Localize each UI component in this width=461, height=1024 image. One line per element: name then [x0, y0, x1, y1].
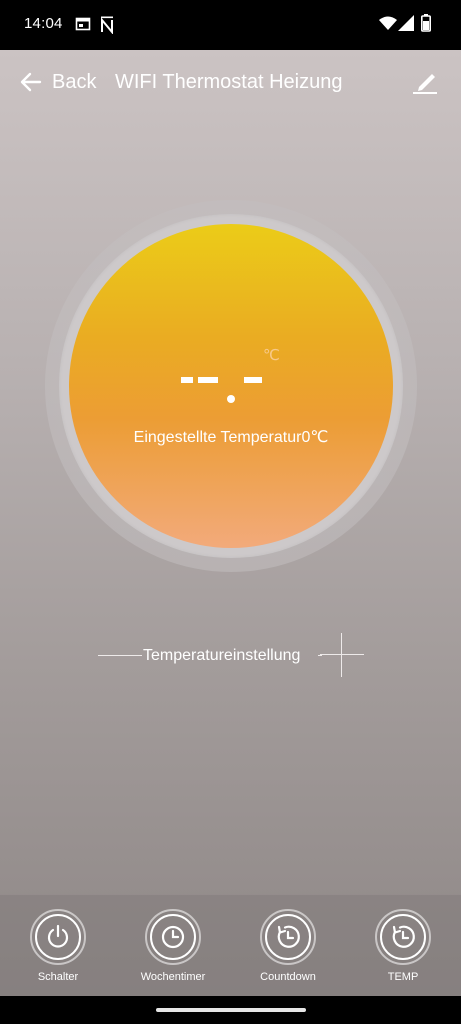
tab-icon-ring [30, 909, 86, 965]
notification-n-icon [101, 16, 113, 34]
temperature-setting-label: Temperatureinstellung [143, 647, 301, 664]
system-nav-bar [0, 996, 461, 1024]
tab-icon-inner [380, 914, 426, 960]
dial-ring: ℃ Eingestellte Temperatur0℃ [59, 214, 403, 558]
bottom-tab-bar: Schalter Wochentimer Countdown TEMP [0, 894, 461, 996]
tab-label: Wochentimer [140, 971, 206, 983]
tab-label: Schalter [37, 971, 79, 983]
tab-label: Countdown [260, 971, 316, 983]
thermostat-screen: Back WIFI Thermostat Heizung ℃ Eingestel… [0, 50, 461, 996]
arrow-left-icon [20, 72, 42, 92]
edit-button[interactable] [410, 68, 442, 96]
countdown-icon [277, 925, 300, 948]
tab-icon-inner [265, 914, 311, 960]
tab-icon-inner [35, 914, 81, 960]
temperature-unit: ℃ [263, 347, 280, 364]
tab-wochentimer[interactable]: Wochentimer [123, 909, 223, 983]
top-bar: Back WIFI Thermostat Heizung [0, 50, 461, 114]
status-bar: 14:04 [0, 0, 461, 50]
power-icon [47, 924, 69, 948]
wifi-icon [379, 16, 397, 30]
home-gesture-handle[interactable] [156, 1008, 306, 1012]
calendar-icon [75, 17, 91, 31]
dial-face: ℃ Eingestellte Temperatur0℃ [69, 224, 393, 548]
back-label: Back [52, 70, 97, 93]
temp-decimal-point [227, 395, 235, 403]
temp-digit-dash [181, 377, 193, 383]
tab-temp[interactable]: TEMP [353, 909, 453, 983]
countdown-icon [392, 925, 415, 948]
edit-pencil-icon [413, 74, 437, 94]
temperature-setting-line-left [98, 655, 142, 656]
tab-label: TEMP [387, 971, 419, 983]
temp-digit-dash [244, 377, 262, 383]
battery-icon [421, 14, 431, 32]
temp-digit-dash [198, 377, 218, 383]
tab-icon-ring [260, 909, 316, 965]
set-temperature-label: Eingestellte Temperatur0℃ [133, 429, 329, 446]
tab-icon-inner [150, 914, 196, 960]
clock-icon [161, 925, 185, 949]
page-title: WIFI Thermostat Heizung [115, 71, 343, 93]
tab-icon-ring [375, 909, 431, 965]
signal-icon [398, 15, 414, 31]
temperature-dial: ℃ Eingestellte Temperatur0℃ [45, 200, 417, 572]
tab-icon-ring [145, 909, 201, 965]
back-button[interactable]: Back [20, 68, 96, 96]
status-time: 14:04 [24, 15, 63, 32]
increase-temperature-button[interactable] [320, 633, 364, 677]
tab-schalter[interactable]: Schalter [8, 909, 108, 983]
tab-countdown[interactable]: Countdown [238, 909, 338, 983]
